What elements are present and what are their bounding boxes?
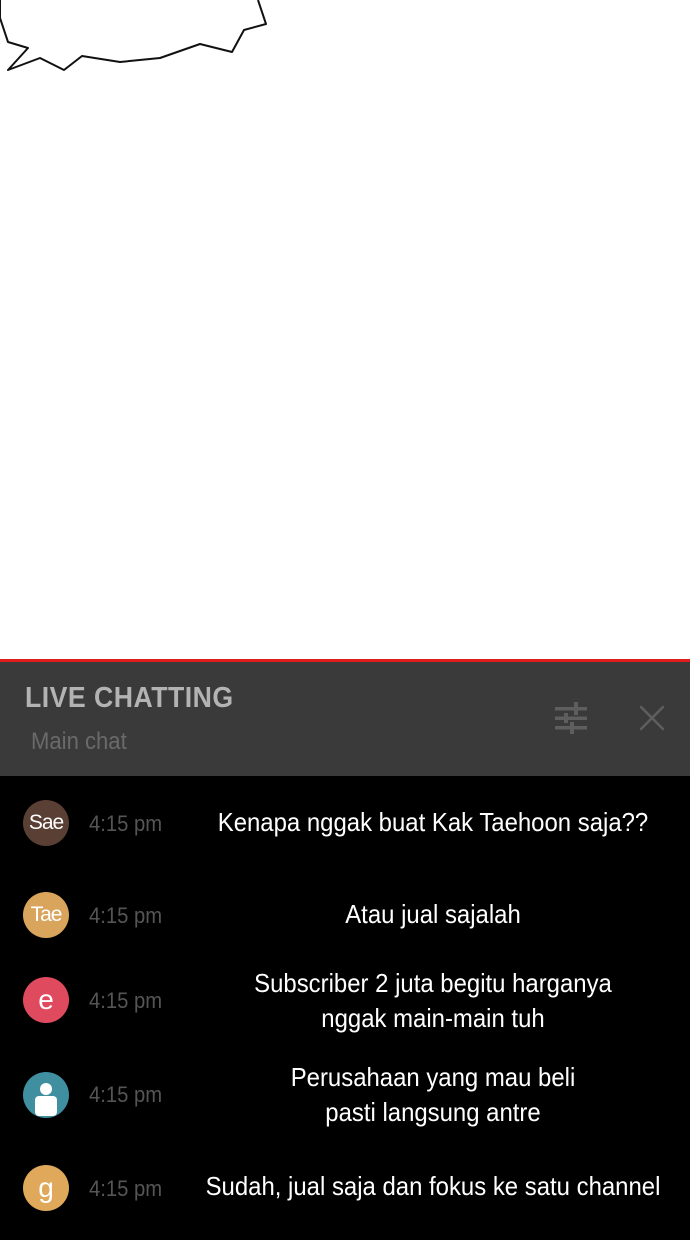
- chat-message: e 4:15 pm Subscriber 2 juta begitu harga…: [0, 968, 690, 1040]
- chat-message: Sae 4:15 pm Kenapa nggak buat Kak Taehoo…: [0, 793, 690, 853]
- chat-message-list: Sae 4:15 pm Kenapa nggak buat Kak Taehoo…: [0, 776, 690, 1240]
- message-time: 4:15 pm: [89, 811, 163, 836]
- message-line: Perusahaan yang mau beli: [290, 1062, 576, 1092]
- avatar: [23, 1072, 69, 1118]
- filter-sliders-icon: [555, 702, 587, 734]
- comic-panel: [0, 0, 690, 660]
- avatar: Tae: [23, 892, 69, 938]
- chat-message: g 4:15 pm Sudah, jual saja dan fokus ke …: [0, 1157, 690, 1217]
- close-icon: [639, 705, 665, 731]
- avatar-label: g: [38, 1172, 54, 1203]
- message-time: 4:15 pm: [89, 988, 163, 1013]
- chat-header: LIVE CHATTING Main chat: [0, 662, 690, 776]
- avatar: e: [23, 977, 69, 1023]
- message-line: pasti langsung antre: [325, 1097, 541, 1127]
- chat-subtitle: Main chat: [31, 728, 127, 755]
- avatar: Sae: [23, 800, 69, 846]
- close-button[interactable]: [632, 698, 672, 738]
- message-time: 4:15 pm: [89, 903, 163, 928]
- avatar-label: e: [38, 984, 54, 1015]
- message-line: Subscriber 2 juta begitu harganya: [254, 968, 612, 998]
- avatar-label: Tae: [30, 903, 63, 926]
- message-text: Subscriber 2 juta begitu harganya nggak …: [198, 966, 667, 1036]
- speech-bubble: [0, 0, 267, 71]
- chat-message: Tae 4:15 pm Atau jual sajalah: [0, 885, 690, 945]
- message-text: Perusahaan yang mau beli pasti langsung …: [198, 1060, 667, 1130]
- chat-message: 4:15 pm Perusahaan yang mau beli pasti l…: [0, 1062, 690, 1134]
- message-line: nggak main-main tuh: [321, 1003, 545, 1033]
- avatar-label: Sae: [28, 811, 64, 834]
- message-text: Sudah, jual saja dan fokus ke satu chann…: [205, 1171, 661, 1201]
- message-time: 4:15 pm: [89, 1176, 163, 1201]
- message-text: Atau jual sajalah: [345, 899, 521, 929]
- message-time: 4:15 pm: [89, 1082, 163, 1107]
- filter-button[interactable]: [551, 698, 591, 738]
- user-silhouette-icon: [35, 1083, 57, 1116]
- message-text: Kenapa nggak buat Kak Taehoon saja??: [217, 807, 649, 837]
- chat-title: LIVE CHATTING: [25, 682, 234, 714]
- avatar: g: [23, 1165, 69, 1211]
